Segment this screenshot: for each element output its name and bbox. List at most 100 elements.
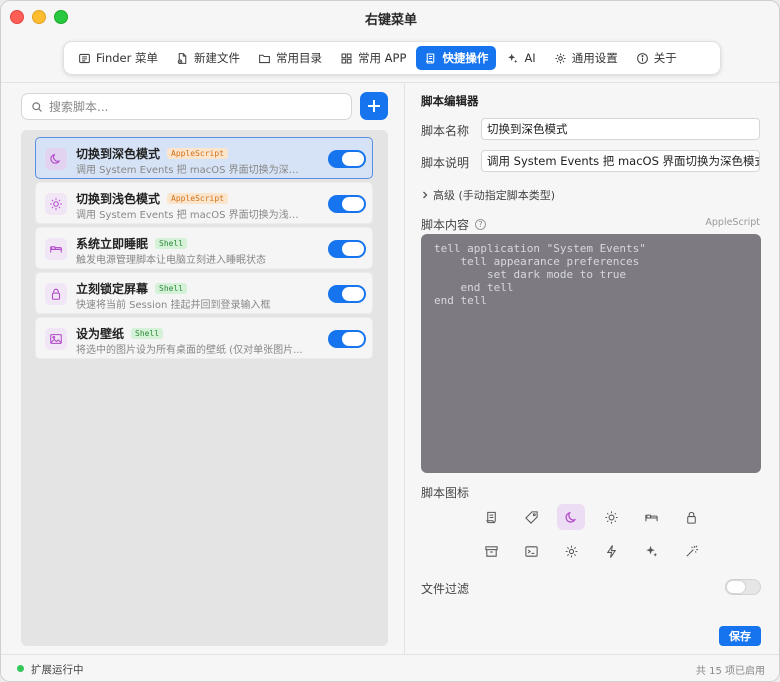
image-icon <box>45 328 67 350</box>
script-type-badge: Shell <box>155 283 188 294</box>
tab-label: 关于 <box>653 51 677 65</box>
tab-label: 快捷操作 <box>442 51 489 65</box>
icon-picker <box>471 504 711 564</box>
script-enabled-toggle[interactable] <box>328 285 366 303</box>
script-name-row: 设为壁纸 Shell <box>76 325 164 342</box>
tab-about[interactable]: 关于 <box>628 46 685 70</box>
bed-icon[interactable] <box>637 504 665 530</box>
script-item[interactable]: 切换到深色模式 AppleScript 调用 System Events 把 m… <box>35 137 373 179</box>
script-type-badge: Shell <box>155 238 188 249</box>
tab-common-folders[interactable]: 常用目录 <box>250 46 330 70</box>
moon-icon <box>45 148 67 170</box>
code-scrollbar[interactable] <box>767 254 773 454</box>
script-type-badge: AppleScript <box>167 193 228 204</box>
minimize-window-button[interactable] <box>32 10 46 24</box>
tab-new-file[interactable]: 新建文件 <box>168 46 248 70</box>
script-list-panel: 切换到深色模式 AppleScript 调用 System Events 把 m… <box>1 84 405 654</box>
app-window: 右键菜单 Finder 菜单 新建文件 常用目录 常用 APP 快捷操作 AI … <box>0 0 780 682</box>
sun-icon <box>45 193 67 215</box>
script-name: 系统立即睡眠 <box>76 237 149 251</box>
file-filter-label: 文件过滤 <box>421 582 470 596</box>
script-enabled-toggle[interactable] <box>328 330 366 348</box>
tab-general-settings[interactable]: 通用设置 <box>546 46 626 70</box>
archive-icon[interactable] <box>477 538 505 564</box>
tag-icon[interactable] <box>517 504 545 530</box>
close-window-button[interactable] <box>10 10 24 24</box>
search-box <box>21 93 352 120</box>
tab-quick-actions[interactable]: 快捷操作 <box>416 46 497 70</box>
sun-icon[interactable] <box>597 504 625 530</box>
script-description: 调用 System Events 把 macOS 界面切换为浅色... <box>76 210 306 221</box>
tab-label: 新建文件 <box>194 51 241 65</box>
script-item[interactable]: 立刻锁定屏幕 Shell 快速将当前 Session 挂起并回到登录输入框 <box>35 272 373 314</box>
script-type-badge: AppleScript <box>167 148 228 159</box>
editor-title: 脚本编辑器 <box>421 94 479 108</box>
running-status-text: 扩展运行中 <box>31 664 84 676</box>
script-icon-label: 脚本图标 <box>421 486 470 500</box>
script-enabled-toggle[interactable] <box>328 195 366 213</box>
script-name: 设为壁纸 <box>76 327 125 341</box>
file-filter-toggle[interactable] <box>725 579 761 595</box>
new-file-icon <box>177 52 187 64</box>
plus-icon <box>368 100 380 112</box>
search-input[interactable] <box>49 99 329 114</box>
tab-ai[interactable]: AI <box>498 46 543 70</box>
zoom-window-button[interactable] <box>54 10 68 24</box>
tab-label: 通用设置 <box>571 51 618 65</box>
script-name-label: 脚本名称 <box>421 124 470 138</box>
script-name-field[interactable]: 切换到深色模式 <box>481 118 760 140</box>
script-name-row: 系统立即睡眠 Shell <box>76 235 188 252</box>
gear-icon[interactable] <box>557 538 585 564</box>
script-name: 切换到浅色模式 <box>76 192 161 206</box>
script-icon <box>426 53 435 63</box>
lock-icon[interactable] <box>677 504 705 530</box>
script-name-row: 立刻锁定屏幕 Shell <box>76 280 188 297</box>
script-description: 调用 System Events 把 macOS 界面切换为深色... <box>76 165 306 176</box>
script-name: 立刻锁定屏幕 <box>76 282 149 296</box>
sparkles-icon <box>508 53 518 63</box>
script-content-label: 脚本内容 <box>421 218 470 232</box>
advanced-label: 高级 (手动指定脚本类型) <box>433 189 556 202</box>
bolt-icon[interactable] <box>597 538 625 564</box>
bed-icon <box>45 238 67 260</box>
magic-wand-icon[interactable] <box>677 538 705 564</box>
tab-label: Finder 菜单 <box>96 51 159 65</box>
script-desc-field[interactable]: 调用 System Events 把 macOS 界面切换为深色模式 <box>481 150 760 172</box>
script-item[interactable]: 系统立即睡眠 Shell 触发电源管理脚本让电脑立刻进入睡眠状态 <box>35 227 373 269</box>
script-name-row: 切换到浅色模式 AppleScript <box>76 190 228 207</box>
enabled-count: 共 15 项已启用 <box>695 666 765 677</box>
script-list: 切换到深色模式 AppleScript 调用 System Events 把 m… <box>21 130 388 646</box>
folder-icon <box>259 54 270 63</box>
script-content-label-row: 脚本内容 ? <box>421 216 487 233</box>
title-bar: 右键菜单 <box>1 1 779 35</box>
script-enabled-toggle[interactable] <box>328 150 366 168</box>
info-icon <box>636 52 648 64</box>
apps-grid-icon <box>341 53 352 63</box>
script-code-editor[interactable]: tell application "System Events" tell ap… <box>421 234 761 473</box>
script-enabled-toggle[interactable] <box>328 240 366 258</box>
language-hint: AppleScript <box>705 217 760 228</box>
script-description: 快速将当前 Session 挂起并回到登录输入框 <box>76 300 271 311</box>
script-editor-panel: 脚本编辑器 脚本名称 切换到深色模式 脚本说明 调用 System Events… <box>405 84 779 654</box>
running-status-indicator <box>17 665 24 672</box>
help-icon[interactable]: ? <box>475 219 487 230</box>
terminal-icon[interactable] <box>517 538 545 564</box>
script-item[interactable]: 设为壁纸 Shell 将选中的图片设为所有桌面的壁纸 (仅对单张图片... <box>35 317 373 359</box>
chevron-right-icon <box>423 191 428 199</box>
tab-common-apps[interactable]: 常用 APP <box>332 46 414 70</box>
scroll-icon[interactable] <box>477 504 505 530</box>
toolbar-area: Finder 菜单 新建文件 常用目录 常用 APP 快捷操作 AI 通用设置 … <box>1 35 779 83</box>
tab-finder-menu[interactable]: Finder 菜单 <box>70 46 166 70</box>
finder-menu-icon <box>79 53 90 63</box>
save-button[interactable]: 保存 <box>719 626 761 646</box>
script-type-badge: Shell <box>131 328 164 339</box>
script-name: 切换到深色模式 <box>76 147 161 161</box>
add-script-button[interactable] <box>360 92 388 120</box>
lock-icon <box>45 283 67 305</box>
script-item[interactable]: 切换到浅色模式 AppleScript 调用 System Events 把 m… <box>35 182 373 224</box>
search-icon <box>32 101 42 112</box>
moon-icon[interactable] <box>557 504 585 530</box>
sparkles-icon[interactable] <box>637 538 665 564</box>
advanced-disclosure[interactable]: 高级 (手动指定脚本类型) <box>421 187 555 203</box>
script-description: 将选中的图片设为所有桌面的壁纸 (仅对单张图片... <box>76 345 303 356</box>
